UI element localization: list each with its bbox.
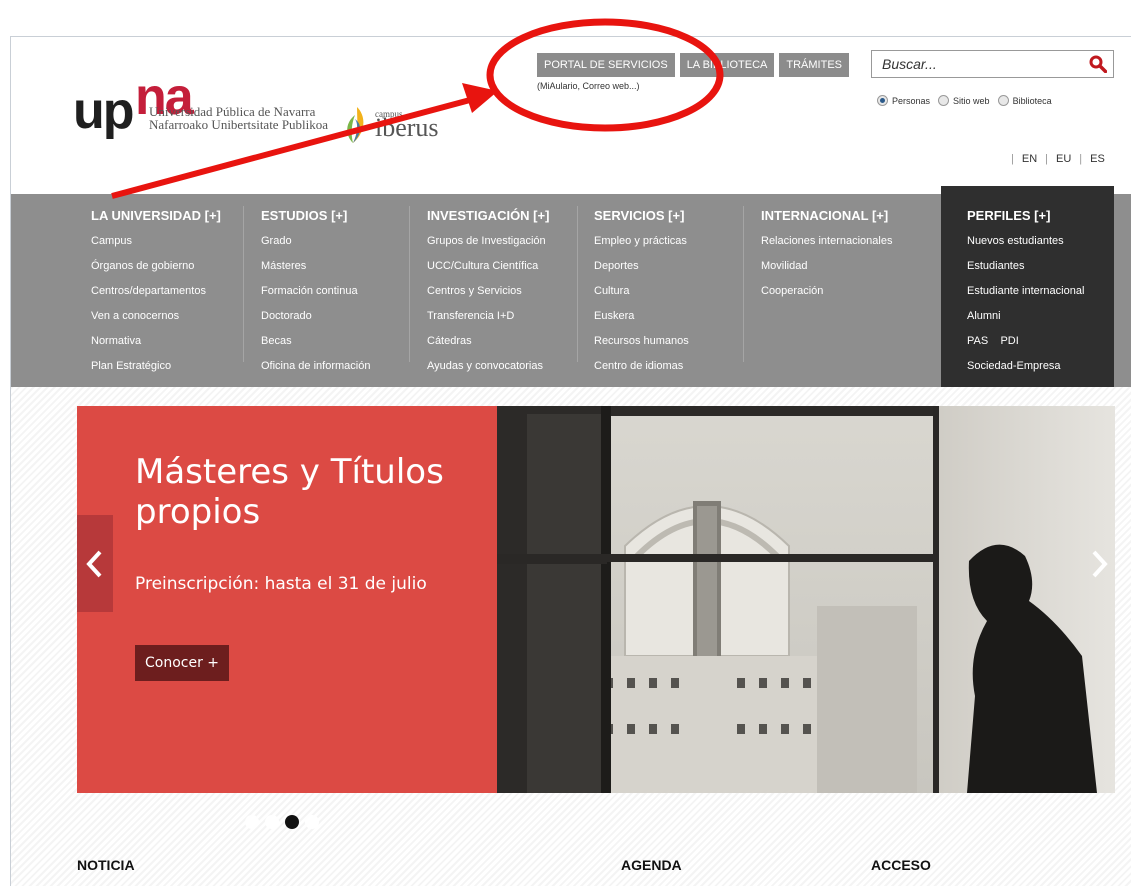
campus-building-image: [497, 406, 1115, 793]
chevron-left-icon: [86, 550, 102, 578]
nav-link[interactable]: Grado: [261, 229, 370, 254]
campus-iberus-logo[interactable]: campus iberus: [343, 105, 453, 145]
nav-link[interactable]: Centro de idiomas: [594, 354, 689, 379]
search-scope-radios: Personas Sitio web Biblioteca: [877, 95, 1052, 106]
nav-link[interactable]: Ayudas y convocatorias: [427, 354, 549, 379]
hero-slider: Másteres y Títulos propios Preinscripció…: [77, 406, 1115, 829]
slider-dot[interactable]: [305, 815, 319, 829]
main-navigation: LA UNIVERSIDAD [+] Campus Órganos de gob…: [11, 186, 1131, 387]
nav-link[interactable]: Alumni: [967, 304, 1114, 329]
tramites-button[interactable]: TRÁMITES: [779, 53, 850, 77]
slider-next-button[interactable]: [1081, 515, 1115, 612]
nav-link[interactable]: Euskera: [594, 304, 689, 329]
nav-link[interactable]: Estudiantes: [967, 254, 1114, 279]
nav-col-investigacion: INVESTIGACIÓN [+] Grupos de Investigació…: [427, 194, 549, 387]
nav-link[interactable]: Empleo y prácticas: [594, 229, 689, 254]
slide-title: Másteres y Títulos propios: [135, 452, 444, 532]
conocer-button[interactable]: Conocer +: [135, 645, 230, 681]
nav-col-internacional: INTERNACIONAL [+] Relaciones internacion…: [761, 194, 892, 387]
radio-personas[interactable]: Personas: [877, 95, 930, 106]
nav-link[interactable]: Ven a conocernos: [91, 304, 221, 329]
slider-dot[interactable]: [245, 815, 259, 829]
section-agenda: AGENDA: [621, 857, 682, 873]
nav-divider: [243, 206, 244, 362]
nav-link[interactable]: Oficina de información: [261, 354, 370, 379]
radio-biblioteca[interactable]: Biblioteca: [997, 95, 1052, 106]
slide-photo: [497, 406, 1115, 793]
nav-heading-perfiles[interactable]: PERFILES [+]: [967, 208, 1114, 223]
perfiles-menu: PERFILES [+] Nuevos estudiantes Estudian…: [941, 186, 1114, 387]
nav-link[interactable]: Centros y Servicios: [427, 279, 549, 304]
nav-link[interactable]: Formación continua: [261, 279, 370, 304]
slide-text-panel: Másteres y Títulos propios Preinscripció…: [77, 406, 497, 829]
nav-link[interactable]: Másteres: [261, 254, 370, 279]
nav-link[interactable]: Doctorado: [261, 304, 370, 329]
search-box: [871, 50, 1114, 78]
radio-button[interactable]: [938, 95, 950, 106]
nav-col-servicios: SERVICIOS [+] Empleo y prácticas Deporte…: [594, 194, 689, 387]
nav-link[interactable]: Cooperación: [761, 279, 892, 304]
iberus-leaf-icon: [347, 107, 364, 143]
section-noticia: NOTICIA: [77, 857, 135, 873]
biblioteca-button[interactable]: LA BIBLIOTECA: [679, 53, 775, 77]
iberus-name: iberus: [375, 113, 439, 142]
nav-heading-internacional[interactable]: INTERNACIONAL [+]: [761, 208, 892, 223]
nav-divider: [743, 206, 744, 362]
radio-button[interactable]: [877, 95, 888, 106]
nav-link[interactable]: Cultura: [594, 279, 689, 304]
nav-link[interactable]: Transferencia I+D: [427, 304, 549, 329]
nav-link[interactable]: Órganos de gobierno: [91, 254, 221, 279]
nav-link[interactable]: Becas: [261, 329, 370, 354]
search-icon[interactable]: [1089, 55, 1107, 73]
nav-link[interactable]: Plan Estratégico: [91, 354, 221, 379]
slide-description: Preinscripción: hasta el 31 de julio: [135, 574, 427, 594]
nav-heading-investigacion[interactable]: INVESTIGACIÓN [+]: [427, 208, 549, 223]
nav-link[interactable]: Estudiante internacional: [967, 279, 1114, 304]
nav-heading-universidad[interactable]: LA UNIVERSIDAD [+]: [91, 208, 221, 223]
browser-page: up na Universidad Pública de Navarra Naf…: [10, 36, 1131, 886]
lang-es[interactable]: ES: [1090, 153, 1105, 165]
nav-divider: [409, 206, 410, 362]
search-input[interactable]: [872, 51, 1077, 77]
nav-link[interactable]: Movilidad: [761, 254, 892, 279]
nav-link[interactable]: Campus: [91, 229, 221, 254]
nav-col-estudios: ESTUDIOS [+] Grado Másteres Formación co…: [261, 194, 370, 387]
nav-link-pas[interactable]: PAS: [967, 335, 988, 347]
radio-button[interactable]: [997, 95, 1009, 106]
nav-link[interactable]: Nuevos estudiantes: [967, 229, 1114, 254]
slider-dots: [245, 815, 319, 829]
logo-up-text: up: [73, 82, 135, 140]
portal-subtitle: (MiAulario, Correo web...): [537, 81, 640, 91]
nav-link-pdi[interactable]: PDI: [1000, 335, 1018, 347]
nav-divider: [577, 206, 578, 362]
logo-subtitle: Universidad Pública de Navarra Nafarroak…: [149, 104, 329, 132]
slider-prev-button[interactable]: [77, 515, 113, 612]
lang-en[interactable]: EN: [1022, 153, 1037, 165]
section-acceso: ACCESO: [871, 857, 931, 873]
nav-link[interactable]: Deportes: [594, 254, 689, 279]
nav-link[interactable]: Grupos de Investigación: [427, 229, 549, 254]
chevron-right-icon: [1092, 550, 1108, 578]
nav-link[interactable]: Centros/departamentos: [91, 279, 221, 304]
slider-dot-active[interactable]: [285, 815, 299, 829]
language-switcher: | EN | EU | ES: [1011, 153, 1105, 165]
slider-dot[interactable]: [265, 815, 279, 829]
nav-link[interactable]: Recursos humanos: [594, 329, 689, 354]
nav-col-universidad: LA UNIVERSIDAD [+] Campus Órganos de gob…: [91, 194, 221, 387]
portal-servicios-button[interactable]: PORTAL DE SERVICIOS: [537, 53, 675, 77]
nav-heading-estudios[interactable]: ESTUDIOS [+]: [261, 208, 370, 223]
top-buttons: PORTAL DE SERVICIOS LA BIBLIOTECA TRÁMIT…: [537, 53, 850, 77]
radio-sitio-web[interactable]: Sitio web: [938, 95, 990, 106]
nav-link[interactable]: Sociedad-Empresa: [967, 354, 1114, 379]
nav-link[interactable]: Normativa: [91, 329, 221, 354]
nav-link[interactable]: Relaciones internacionales: [761, 229, 892, 254]
nav-link[interactable]: UCC/Cultura Científica: [427, 254, 549, 279]
lang-eu[interactable]: EU: [1056, 153, 1071, 165]
nav-link[interactable]: Cátedras: [427, 329, 549, 354]
nav-heading-servicios[interactable]: SERVICIOS [+]: [594, 208, 689, 223]
